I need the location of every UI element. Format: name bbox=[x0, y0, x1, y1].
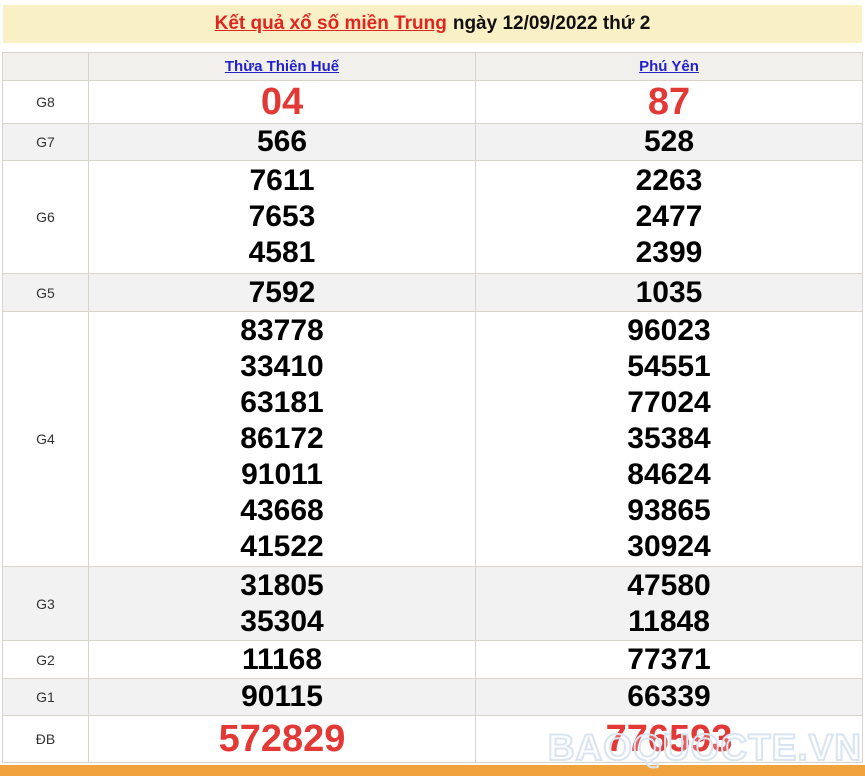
prize-number: 35304 bbox=[240, 604, 324, 638]
prize-number: 35384 bbox=[627, 422, 711, 455]
table-row-g1: G1 90115 66339 bbox=[2, 678, 863, 716]
prize-number: 31805 bbox=[240, 568, 324, 602]
lottery-results-page: Kết quả xổ số miền Trung ngày 12/09/2022… bbox=[0, 5, 865, 776]
prize-cell-hue-g6: 7611 7653 4581 bbox=[88, 160, 476, 274]
province-link-phu-yen[interactable]: Phú Yên bbox=[639, 58, 699, 75]
prize-cell-phuyen-g7: 528 bbox=[475, 123, 863, 161]
prize-number: 87 bbox=[647, 81, 691, 123]
page-title-bar: Kết quả xổ số miền Trung ngày 12/09/2022… bbox=[3, 5, 862, 43]
table-row-g3: G3 31805 35304 47580 11848 bbox=[2, 566, 863, 641]
prize-number: 77371 bbox=[627, 642, 711, 676]
prize-number: 30924 bbox=[627, 530, 711, 563]
prize-cell-hue-g7: 566 bbox=[88, 123, 476, 161]
prize-number: 2399 bbox=[635, 236, 703, 269]
prize-number: 63181 bbox=[240, 386, 324, 419]
prize-label-g4: G4 bbox=[2, 311, 89, 567]
prize-number: 43668 bbox=[240, 494, 324, 527]
prize-cell-phuyen-g6: 2263 2477 2399 bbox=[475, 160, 863, 274]
prize-number: 566 bbox=[256, 125, 308, 158]
prize-number: 2477 bbox=[635, 200, 703, 233]
prize-number: 96023 bbox=[627, 314, 711, 347]
prize-cell-hue-g4: 83778 33410 63181 86172 91011 43668 4152… bbox=[88, 311, 476, 567]
prize-cell-phuyen-db: 776593 bbox=[475, 715, 863, 763]
prize-cell-phuyen-g8: 87 bbox=[475, 80, 863, 124]
table-header-row: Thừa Thiên Huế Phú Yên bbox=[2, 52, 863, 81]
prize-cell-hue-g5: 7592 bbox=[88, 273, 476, 312]
prize-cell-phuyen-g2: 77371 bbox=[475, 640, 863, 679]
prize-cell-hue-g1: 90115 bbox=[88, 678, 476, 716]
table-row-g5: G5 7592 1035 bbox=[2, 273, 863, 312]
prize-number: 528 bbox=[643, 125, 695, 158]
prize-cell-hue-g8: 04 bbox=[88, 80, 476, 124]
prize-cell-phuyen-g1: 66339 bbox=[475, 678, 863, 716]
prize-cell-phuyen-g5: 1035 bbox=[475, 273, 863, 312]
prize-label-g6: G6 bbox=[2, 160, 89, 274]
prize-number: 1035 bbox=[635, 275, 703, 309]
prize-number: 41522 bbox=[240, 530, 324, 563]
prize-number: 7592 bbox=[248, 275, 316, 309]
prize-number: 91011 bbox=[241, 458, 323, 491]
prize-number: 90115 bbox=[241, 680, 323, 713]
prize-number: 83778 bbox=[240, 314, 324, 347]
prize-number: 93865 bbox=[627, 494, 711, 527]
table-row-g6: G6 7611 7653 4581 2263 2477 2399 bbox=[2, 160, 863, 274]
prize-number: 7611 bbox=[249, 164, 315, 197]
table-row-g4: G4 83778 33410 63181 86172 91011 43668 4… bbox=[2, 311, 863, 567]
prize-cell-phuyen-g3: 47580 11848 bbox=[475, 566, 863, 641]
prize-number: 33410 bbox=[240, 350, 324, 383]
table-row-g2: G2 11168 77371 bbox=[2, 640, 863, 679]
prize-cell-phuyen-g4: 96023 54551 77024 35384 84624 93865 3092… bbox=[475, 311, 863, 567]
title-date-text: ngày 12/09/2022 thứ 2 bbox=[452, 13, 651, 34]
prize-number: 776593 bbox=[605, 718, 733, 760]
prize-label-g3: G3 bbox=[2, 566, 89, 641]
prize-number: 2263 bbox=[635, 164, 703, 197]
prize-number: 54551 bbox=[627, 350, 711, 383]
prize-number: 84624 bbox=[627, 458, 711, 491]
prize-cell-hue-g3: 31805 35304 bbox=[88, 566, 476, 641]
prize-number: 572829 bbox=[218, 718, 346, 760]
prize-label-g7: G7 bbox=[2, 123, 89, 161]
prize-number: 77024 bbox=[627, 386, 711, 419]
table-row-db: ĐB 572829 776593 bbox=[2, 715, 863, 763]
prize-number: 47580 bbox=[627, 568, 711, 602]
prize-label-db: ĐB bbox=[2, 715, 89, 763]
prize-label-g5: G5 bbox=[2, 273, 89, 312]
table-row-g7: G7 566 528 bbox=[2, 123, 863, 161]
prize-label-g1: G1 bbox=[2, 678, 89, 716]
prize-label-g8: G8 bbox=[2, 80, 89, 124]
prize-number: 66339 bbox=[627, 680, 711, 713]
prize-number: 86172 bbox=[240, 422, 324, 455]
prize-number: 11168 bbox=[241, 642, 323, 676]
title-link[interactable]: Kết quả xổ số miền Trung bbox=[215, 13, 447, 35]
prize-number: 4581 bbox=[248, 236, 316, 269]
table-row-g8: G8 04 87 bbox=[2, 80, 863, 124]
prize-number: 7653 bbox=[248, 200, 316, 233]
province-link-thua-thien-hue[interactable]: Thừa Thiên Huế bbox=[225, 58, 339, 75]
prize-number: 11848 bbox=[628, 604, 710, 638]
prize-label-g2: G2 bbox=[2, 640, 89, 679]
results-table: Thừa Thiên Huế Phú Yên G8 04 87 G7 566 5… bbox=[2, 52, 863, 763]
prize-cell-hue-db: 572829 bbox=[88, 715, 476, 763]
corner-cell bbox=[2, 52, 89, 81]
prize-cell-hue-g2: 11168 bbox=[88, 640, 476, 679]
prize-number: 04 bbox=[260, 81, 304, 123]
